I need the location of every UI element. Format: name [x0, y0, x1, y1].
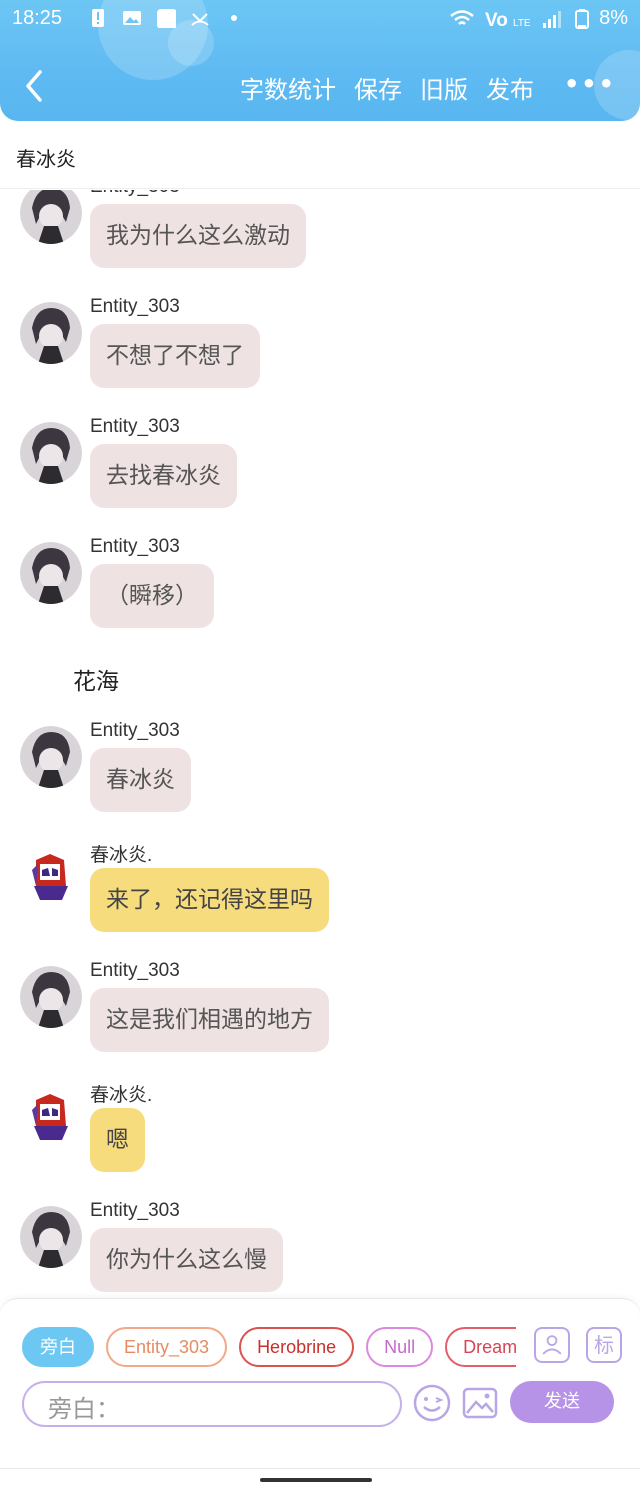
- header-actions: 字数统计 保存 旧版 发布 •••: [240, 70, 616, 105]
- role-selector[interactable]: 旁白 Entity_303 Herobrine Null Dream: [22, 1327, 516, 1367]
- message-input[interactable]: 旁白：: [22, 1381, 402, 1427]
- more-menu-icon[interactable]: •••: [564, 70, 616, 105]
- speaker-name: Entity_303: [90, 960, 180, 981]
- speaker-name: 春冰炎.: [90, 1085, 153, 1106]
- character-manage-icon[interactable]: [534, 1327, 570, 1363]
- role-chip-narration[interactable]: 旁白: [22, 1327, 94, 1367]
- speaker-name: Entity_303: [90, 296, 180, 317]
- speaker-name: 春冰炎.: [90, 845, 153, 866]
- wifi-icon: [450, 9, 474, 25]
- title-row: 春冰炎: [0, 121, 640, 189]
- role-chip-null[interactable]: Null: [366, 1327, 434, 1367]
- image-icon[interactable]: [462, 1385, 498, 1421]
- alert-notification-icon: [92, 9, 104, 27]
- avatar[interactable]: [20, 1086, 82, 1148]
- app-notification-icon: [157, 9, 176, 28]
- signal-icon: [543, 10, 562, 28]
- battery-icon: [575, 8, 590, 29]
- speaker-name: Entity_303: [90, 536, 180, 557]
- svg-text:LTE: LTE: [513, 18, 531, 29]
- avatar[interactable]: [20, 726, 82, 788]
- avatar[interactable]: [20, 846, 82, 908]
- back-arrow-icon[interactable]: [22, 68, 48, 104]
- speaker-name: Entity_303: [90, 416, 180, 437]
- emoji-icon[interactable]: [412, 1383, 452, 1423]
- message-list[interactable]: Entity_303 我为什么这么激动 Entity_303 不想了不想了 En…: [0, 190, 640, 1298]
- message-bubble[interactable]: 你为什么这么慢: [90, 1228, 283, 1292]
- story-title[interactable]: 春冰炎: [16, 143, 76, 172]
- avatar[interactable]: [20, 302, 82, 364]
- role-chip-herobrine[interactable]: Herobrine: [239, 1327, 355, 1367]
- old-version-button[interactable]: 旧版: [420, 70, 468, 105]
- divider: [0, 1468, 640, 1469]
- role-chip-entity303[interactable]: Entity_303: [106, 1327, 228, 1367]
- missed-call-icon: [191, 13, 209, 26]
- send-button[interactable]: 发送: [510, 1381, 614, 1423]
- avatar[interactable]: [20, 190, 82, 244]
- speaker-name: Entity_303: [90, 190, 180, 198]
- word-count-button[interactable]: 字数统计: [240, 70, 336, 105]
- message-bubble[interactable]: 这是我们相遇的地方: [90, 988, 329, 1052]
- top-bar: 18:25 Vo LTE 8% 字数统计 保存 旧版 发布 •••: [0, 0, 640, 121]
- avatar[interactable]: [20, 1206, 82, 1268]
- input-placeholder: 旁白：: [48, 1395, 120, 1423]
- home-indicator[interactable]: [260, 1478, 372, 1482]
- dot-icon: [231, 15, 237, 21]
- avatar[interactable]: [20, 966, 82, 1028]
- svg-text:Vo: Vo: [485, 10, 508, 29]
- status-bar: 18:25 Vo LTE 8%: [0, 0, 640, 38]
- avatar[interactable]: [20, 542, 82, 604]
- message-bubble[interactable]: 嗯: [90, 1108, 145, 1172]
- image-notification-icon: [123, 11, 141, 25]
- role-chip-dream[interactable]: Dream: [445, 1327, 516, 1367]
- battery-percent: 8%: [599, 7, 628, 29]
- status-time: 18:25: [12, 7, 63, 29]
- avatar[interactable]: [20, 422, 82, 484]
- publish-button[interactable]: 发布: [486, 70, 534, 105]
- message-bubble[interactable]: 去找春冰炎: [90, 444, 237, 508]
- message-bubble[interactable]: （瞬移）: [90, 564, 214, 628]
- narration-text[interactable]: 花海: [73, 662, 119, 696]
- speaker-name: Entity_303: [90, 720, 180, 741]
- speaker-name: Entity_303: [90, 1200, 180, 1221]
- message-bubble[interactable]: 来了，还记得这里吗: [90, 868, 329, 932]
- message-bubble[interactable]: 春冰炎: [90, 748, 191, 812]
- volte-icon: Vo LTE: [485, 10, 531, 29]
- message-bubble[interactable]: 我为什么这么激动: [90, 204, 306, 268]
- system-nav-bar: [0, 1428, 640, 1493]
- composer-panel: 旁白 Entity_303 Herobrine Null Dream 标 旁白： 发送: [0, 1298, 640, 1428]
- save-button[interactable]: 保存: [354, 70, 402, 105]
- message-bubble[interactable]: 不想了不想了: [90, 324, 260, 388]
- tag-button[interactable]: 标: [586, 1327, 622, 1363]
